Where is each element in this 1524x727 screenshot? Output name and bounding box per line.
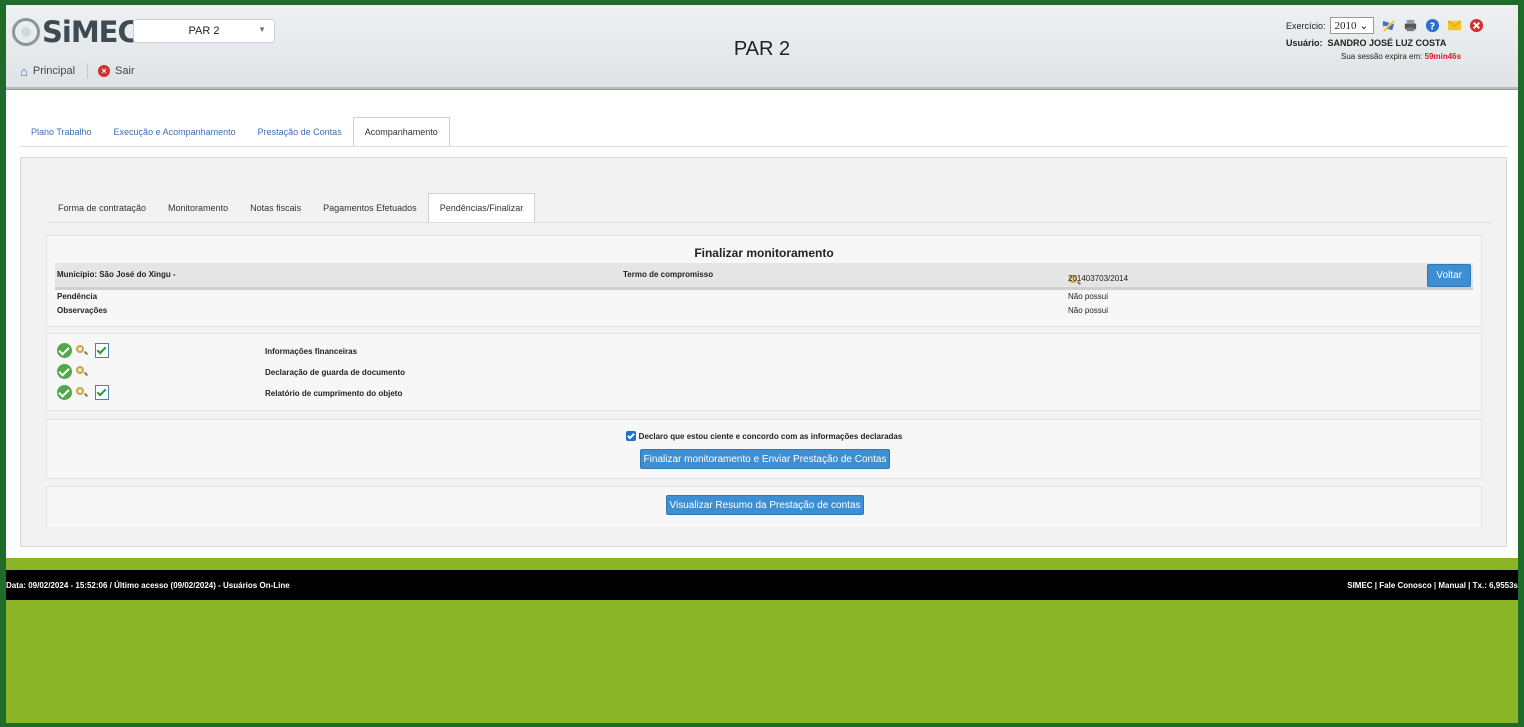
tab-acompanhamento[interactable]: Acompanhamento <box>352 117 450 147</box>
declaration-text: Declaro que estou ciente e concordo com … <box>638 431 903 441</box>
check-circle-icon <box>57 364 72 379</box>
document-icons-row-2 <box>57 364 88 379</box>
visualizar-resumo-button[interactable]: Visualizar Resumo da Prestação de contas <box>666 495 864 515</box>
document-icons-row-3 <box>57 385 109 400</box>
finalizar-title: Finalizar monitoramento <box>694 246 834 260</box>
session-info: Sua sessão expira em: 59min46s <box>1286 52 1511 61</box>
tab-monitoramento[interactable]: Monitoramento <box>157 193 239 223</box>
sub-tab-divider <box>47 222 1493 223</box>
resumo-box: Visualizar Resumo da Prestação de contas <box>46 486 1482 527</box>
search-icon[interactable] <box>75 386 88 399</box>
search-icon[interactable] <box>75 344 88 357</box>
header: SiMEC PAR 2 ▼ ⌂ Principal × Sair PAR 2 E… <box>6 5 1518 89</box>
acompanhamento-panel: Forma de contratação Monitoramento Notas… <box>20 157 1507 547</box>
printer-icon[interactable] <box>1403 18 1418 33</box>
footer-status: Data: 09/02/2024 - 15:52:06 / Último ace… <box>6 581 290 590</box>
edit-check-icon[interactable] <box>95 385 109 400</box>
declaration-checkbox[interactable] <box>625 431 636 441</box>
footer-links[interactable]: SIMEC | Fale Conosco | Manual | Tx.: 6,9… <box>1347 581 1518 590</box>
svg-text:?: ? <box>1429 21 1434 32</box>
sub-tabs: Forma de contratação Monitoramento Notas… <box>47 193 536 223</box>
home-icon: ⌂ <box>20 63 28 79</box>
pendencia-label: Pendência <box>57 292 98 301</box>
user-info: Usuário: SANDRO JOSÉ LUZ COSTA <box>1286 38 1511 48</box>
document-label-1: Informações financeiras <box>265 347 358 356</box>
finalizar-box: Finalizar monitoramento Município: São J… <box>46 235 1482 327</box>
termo-label: Termo de compromisso <box>623 270 714 279</box>
exercicio-select[interactable]: 2010 ⌄ <box>1329 17 1374 34</box>
tab-execucao[interactable]: Execução e Acompanhamento <box>103 117 247 147</box>
document-icons-row-1 <box>57 343 109 358</box>
check-circle-icon <box>57 385 72 400</box>
user-name: SANDRO JOSÉ LUZ COSTA <box>1327 38 1447 48</box>
voltar-button[interactable]: Voltar <box>1427 264 1471 287</box>
observacoes-value: Não possui <box>1068 306 1109 315</box>
finalizar-enviar-button[interactable]: Finalizar monitoramento e Enviar Prestaç… <box>640 449 890 469</box>
flag-icon[interactable] <box>1381 18 1396 33</box>
nav-principal-label: Principal <box>32 65 76 77</box>
nav-principal[interactable]: ⌂ Principal <box>20 64 87 79</box>
nav-divider <box>87 63 89 79</box>
main-content: Plano Trabalho Execução e Acompanhamento… <box>6 90 1518 558</box>
observacoes-label: Observações <box>57 306 108 315</box>
nav-sair[interactable]: × Sair <box>98 65 147 77</box>
search-icon[interactable] <box>75 365 88 378</box>
declaration-box: Declaro que estou ciente e concordo com … <box>46 419 1482 479</box>
document-label-2: Declaração de guarda de documento <box>265 368 406 377</box>
logout-icon[interactable] <box>1469 18 1484 33</box>
exercicio-label: Exercício: <box>1286 20 1326 31</box>
footer-bar: Data: 09/02/2024 - 15:52:06 / Último ace… <box>6 570 1518 600</box>
declaration-row: Declaro que estou ciente e concordo com … <box>47 431 1481 441</box>
top-nav: ⌂ Principal × Sair <box>20 63 147 79</box>
check-circle-icon <box>57 343 72 358</box>
session-label: Sua sessão expira em: <box>1341 52 1423 61</box>
mail-icon[interactable] <box>1447 18 1462 33</box>
document-label-3: Relatório de cumprimento do objeto <box>265 389 403 398</box>
help-icon[interactable]: ? <box>1425 18 1440 33</box>
system-select-value: PAR 2 <box>188 25 220 37</box>
termo-value: 201403703/2014 <box>1068 274 1129 283</box>
tab-forma-contratacao[interactable]: Forma de contratação <box>47 193 157 223</box>
tab-plano-trabalho[interactable]: Plano Trabalho <box>20 117 103 147</box>
documents-box: Informações financeiras Declaração de gu… <box>46 333 1482 411</box>
close-icon: × <box>98 65 111 77</box>
tab-pagamentos[interactable]: Pagamentos Efetuados <box>312 193 428 223</box>
main-tabs: Plano Trabalho Execução e Acompanhamento… <box>20 117 450 147</box>
tab-prestacao-contas[interactable]: Prestação de Contas <box>247 117 353 147</box>
tab-divider <box>20 146 1508 147</box>
tab-notas-fiscais[interactable]: Notas fiscais <box>239 193 312 223</box>
header-user-panel: Exercício: 2010 ⌄ ? Usuário: SANDRO JOSÉ… <box>1286 17 1511 61</box>
tab-pendencias[interactable]: Pendências/Finalizar <box>427 193 536 223</box>
user-label: Usuário: <box>1286 38 1323 48</box>
exercicio-row: Exercício: 2010 ⌄ ? <box>1286 17 1511 34</box>
edit-check-icon[interactable] <box>95 343 109 358</box>
app-frame: SiMEC PAR 2 ▼ ⌂ Principal × Sair PAR 2 E… <box>6 5 1518 723</box>
chevron-down-icon: ▼ <box>258 25 266 34</box>
nav-sair-label: Sair <box>115 65 135 77</box>
exercicio-value: 2010 <box>1334 19 1357 32</box>
pendencia-value: Não possui <box>1068 292 1109 301</box>
info-header-row: Município: São José do Xingu - Termo de … <box>55 263 1473 290</box>
session-time: 59min46s <box>1424 52 1462 61</box>
municipio-label: Município: São José do Xingu - <box>57 270 176 279</box>
